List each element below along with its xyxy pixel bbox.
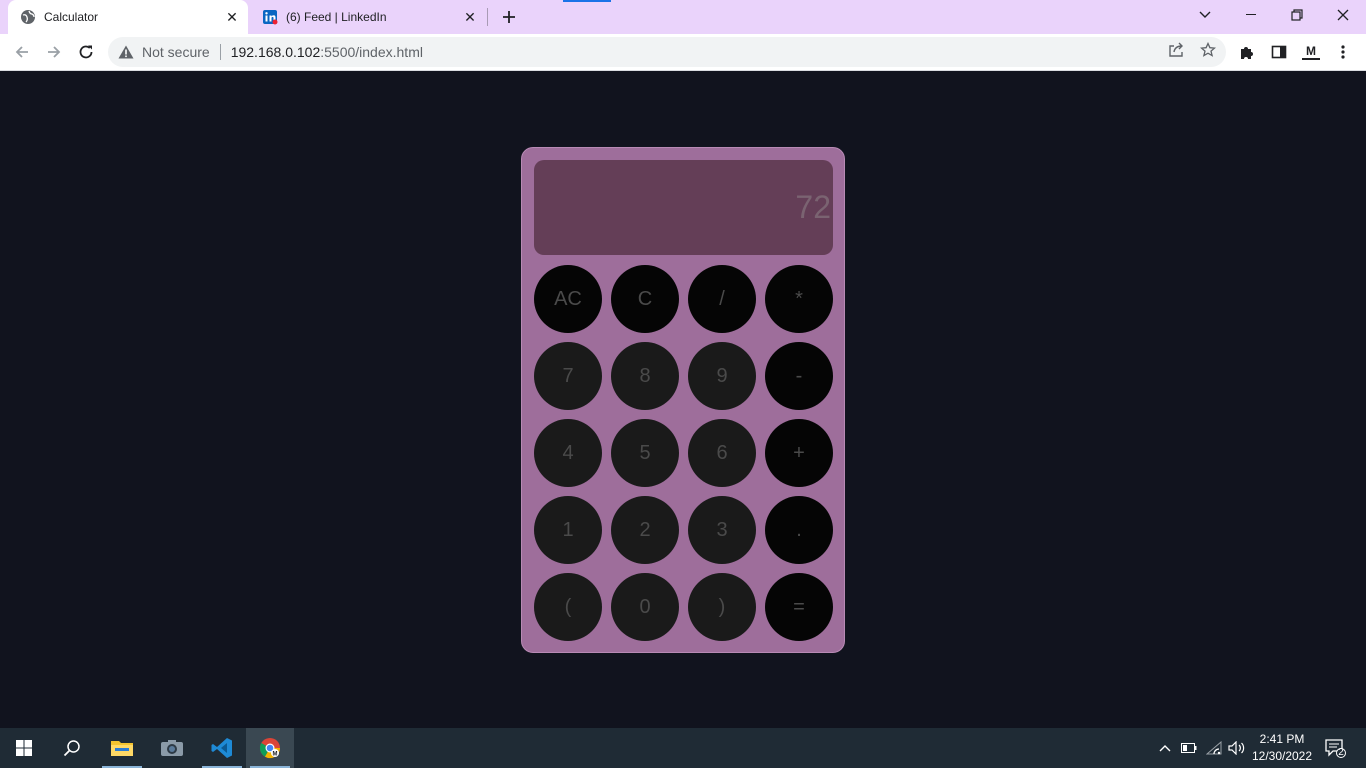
key-3[interactable]: 3 <box>688 496 756 564</box>
network-icon[interactable] <box>1204 728 1224 768</box>
share-icon[interactable] <box>1167 41 1185 59</box>
url-path: :5500/index.html <box>320 44 423 60</box>
new-tab-button[interactable] <box>498 6 520 28</box>
chrome-icon[interactable]: M <box>246 728 294 768</box>
bookmark-star-icon[interactable] <box>1199 41 1217 59</box>
omnibox-divider <box>219 44 221 60</box>
tab-linkedin[interactable]: (6) Feed | LinkedIn ✕ <box>250 0 486 34</box>
key-9[interactable]: 9 <box>688 342 756 410</box>
search-icon[interactable] <box>48 728 96 768</box>
key-8[interactable]: 8 <box>611 342 679 410</box>
key-multiply[interactable]: * <box>765 265 833 333</box>
camera-icon[interactable] <box>148 728 196 768</box>
tab-search-button[interactable] <box>1190 4 1220 26</box>
page-content: 72 AC C / * 7 8 9 - 4 5 6 + 1 2 3 . ( 0 … <box>0 71 1366 728</box>
volume-icon[interactable] <box>1227 728 1247 768</box>
file-explorer-icon[interactable] <box>98 728 146 768</box>
close-tab-icon[interactable]: ✕ <box>462 9 478 25</box>
key-1[interactable]: 1 <box>534 496 602 564</box>
calculator-display: 72 <box>534 160 833 255</box>
extensions-puzzle-icon[interactable] <box>1238 43 1256 61</box>
clock-date: 12/30/2022 <box>1251 749 1313 763</box>
notification-center-icon[interactable]: 2 <box>1322 728 1348 768</box>
vscode-icon[interactable] <box>198 728 246 768</box>
tab-title: (6) Feed | LinkedIn <box>286 10 387 24</box>
windows-taskbar: M 2:41 PM 12/30/2022 2 <box>0 728 1366 768</box>
url-host: 192.168.0.102 <box>230 44 321 60</box>
calculator: 72 AC C / * 7 8 9 - 4 5 6 + 1 2 3 . ( 0 … <box>521 147 845 653</box>
chrome-menu-icon[interactable] <box>1334 43 1352 61</box>
close-tab-icon[interactable]: ✕ <box>224 9 240 25</box>
key-subtract[interactable]: - <box>765 342 833 410</box>
key-divide[interactable]: / <box>688 265 756 333</box>
tab-separator <box>487 8 488 26</box>
browser-toolbar: Not secure 192.168.0.102:5500/index.html… <box>0 34 1366 71</box>
key-2[interactable]: 2 <box>611 496 679 564</box>
url-text: 192.168.0.102:5500/index.html <box>231 44 423 60</box>
key-7[interactable]: 7 <box>534 342 602 410</box>
globe-icon <box>20 9 36 25</box>
key-decimal[interactable]: . <box>765 496 833 564</box>
security-status: Not secure <box>142 44 210 60</box>
tab-calculator[interactable]: Calculator ✕ <box>8 0 248 34</box>
svg-text:M: M <box>273 752 278 758</box>
system-clock[interactable]: 2:41 PM 12/30/2022 <box>1248 731 1316 765</box>
browser-tab-bar: Calculator ✕ (6) Feed | LinkedIn ✕ <box>0 0 1366 34</box>
warning-icon[interactable] <box>118 44 134 60</box>
key-clear[interactable]: C <box>611 265 679 333</box>
show-hidden-icons-icon[interactable] <box>1155 728 1175 768</box>
key-open-paren[interactable]: ( <box>534 573 602 641</box>
address-bar[interactable]: Not secure 192.168.0.102:5500/index.html <box>108 37 1226 67</box>
side-panel-icon[interactable] <box>1270 43 1288 61</box>
profile-avatar[interactable]: M <box>1302 43 1320 60</box>
key-6[interactable]: 6 <box>688 419 756 487</box>
notification-count-badge: 2 <box>1338 747 1344 758</box>
restore-button[interactable] <box>1282 4 1312 26</box>
key-0[interactable]: 0 <box>611 573 679 641</box>
key-add[interactable]: + <box>765 419 833 487</box>
key-equals[interactable]: = <box>765 573 833 641</box>
tab-title: Calculator <box>44 10 99 24</box>
key-close-paren[interactable]: ) <box>688 573 756 641</box>
key-4[interactable]: 4 <box>534 419 602 487</box>
tab-loading-indicator <box>563 0 611 2</box>
back-button[interactable] <box>10 40 34 64</box>
close-window-button[interactable] <box>1328 4 1358 26</box>
key-5[interactable]: 5 <box>611 419 679 487</box>
clock-time: 2:41 PM <box>1259 732 1305 746</box>
reload-button[interactable] <box>74 40 98 64</box>
battery-icon[interactable] <box>1179 728 1199 768</box>
forward-button[interactable] <box>42 40 66 64</box>
start-icon[interactable] <box>0 728 48 768</box>
linkedin-icon <box>262 9 278 25</box>
key-all-clear[interactable]: AC <box>534 265 602 333</box>
minimize-button[interactable] <box>1236 4 1266 26</box>
